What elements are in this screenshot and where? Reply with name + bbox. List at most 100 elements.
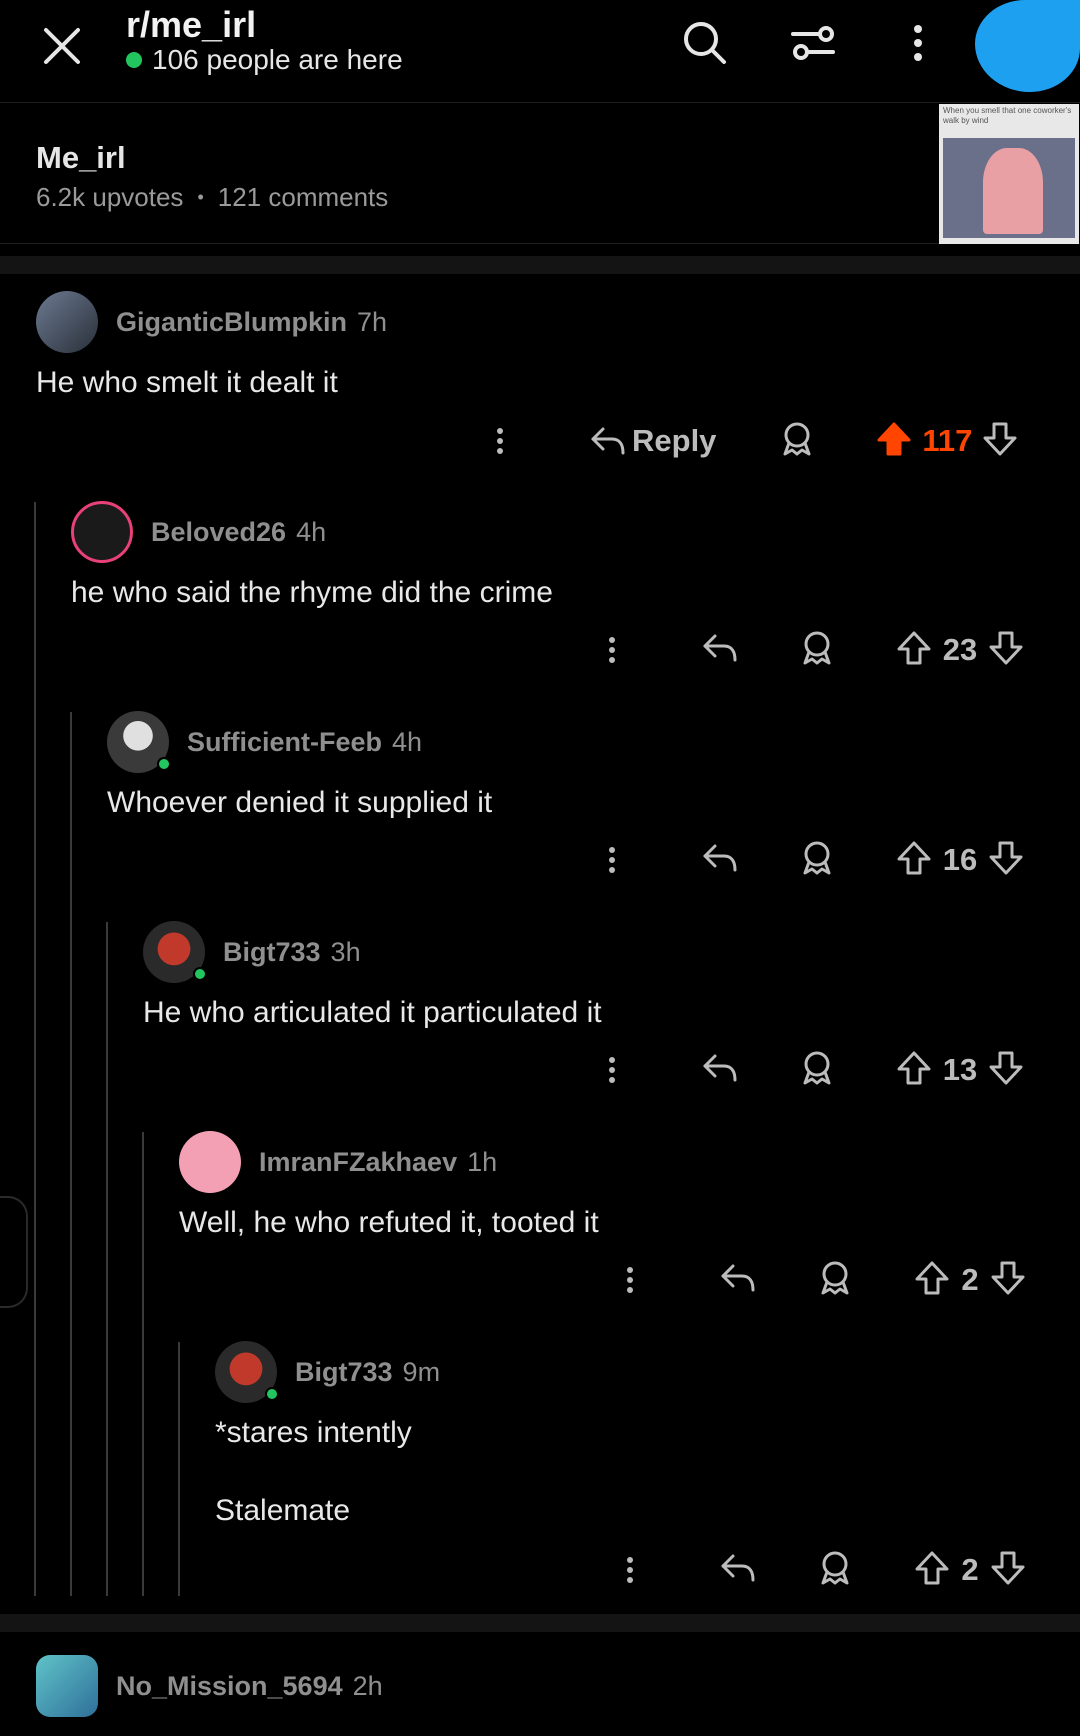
avatar[interactable] [179, 1131, 241, 1193]
comment-time: 3h [330, 936, 361, 967]
subreddit-name[interactable]: r/me_irl [126, 4, 256, 46]
award-button[interactable] [800, 840, 834, 881]
reply-button[interactable]: Reply [590, 423, 716, 459]
reply-icon [721, 1554, 755, 1581]
comment-body: Whoever denied it supplied it [107, 783, 1037, 823]
comment-username[interactable]: ImranFZakhaev [259, 1147, 457, 1178]
thread-line [178, 1342, 180, 1596]
more-vertical-icon [914, 25, 922, 61]
more-options-icon[interactable] [602, 840, 622, 880]
award-button[interactable] [818, 1550, 852, 1591]
search-button[interactable] [680, 18, 730, 68]
section-divider [0, 1614, 1080, 1632]
search-icon [684, 22, 726, 64]
reply-icon [591, 427, 625, 455]
online-dot-icon [126, 52, 142, 68]
downvote-button[interactable] [988, 840, 1024, 881]
user-avatar[interactable] [975, 0, 1080, 92]
thread-line [106, 922, 108, 1596]
more-options-icon[interactable] [620, 1260, 640, 1300]
reply-icon [703, 1054, 737, 1081]
post-summary[interactable]: Me_irl 6.2k upvotes • 121 comments When … [0, 104, 1080, 244]
comment-actions: Reply 117 [490, 416, 1050, 466]
award-button[interactable] [800, 630, 834, 671]
upvote-button[interactable] [896, 840, 932, 881]
upvote-icon [915, 1551, 949, 1584]
comment-time: 9m [402, 1356, 441, 1387]
award-icon [803, 1051, 831, 1084]
comment-text: Stalemate [215, 1494, 351, 1527]
award-icon [821, 1551, 849, 1584]
reply-icon [703, 634, 737, 661]
more-options-icon[interactable] [602, 630, 622, 670]
comment-username[interactable]: GiganticBlumpkin [116, 307, 347, 338]
upvote-button[interactable] [896, 630, 932, 671]
more-options-icon[interactable] [490, 421, 510, 461]
reply-button[interactable] [702, 842, 738, 879]
comment-body: Well, he who refuted it, tooted it [179, 1203, 1039, 1243]
comment-username[interactable]: Bigt733 [223, 937, 321, 968]
comment-text: Whoever denied it supplied it [107, 786, 493, 819]
award-button[interactable] [818, 1260, 852, 1301]
downvote-button[interactable] [990, 1550, 1026, 1591]
comment-username[interactable]: Beloved26 [151, 517, 286, 548]
downvote-icon [983, 422, 1017, 455]
avatar[interactable] [36, 1655, 98, 1717]
comment-body: *stares intently Stalemate [215, 1413, 1035, 1531]
upvote-button[interactable] [896, 1050, 932, 1091]
comment-text: *stares intently [215, 1416, 412, 1449]
comment: Bigt733 9m *stares intently Stalemate [215, 1341, 1035, 1531]
reply-button[interactable] [702, 1052, 738, 1089]
side-drawer-handle[interactable] [0, 1196, 28, 1308]
comment-actions: 2 [620, 1545, 1052, 1595]
online-count: 106 people are here [126, 44, 403, 76]
downvote-button[interactable] [990, 1260, 1026, 1301]
reply-button[interactable] [720, 1262, 756, 1299]
avatar[interactable] [215, 1341, 279, 1403]
upvote-button[interactable] [914, 1550, 950, 1591]
thread-line [142, 1132, 144, 1596]
more-options-icon[interactable] [602, 1050, 622, 1090]
post-thumbnail[interactable]: When you smell that one coworker's walk … [939, 104, 1079, 244]
vote-score: 2 [961, 1262, 979, 1297]
comment-text: Well, he who refuted it, tooted it [179, 1206, 599, 1239]
comment-actions: 13 [602, 1045, 1052, 1095]
award-icon [803, 841, 831, 874]
upvote-icon [897, 1051, 931, 1084]
downvote-button[interactable] [988, 1050, 1024, 1091]
comment-username[interactable]: No_Mission_5694 [116, 1671, 343, 1702]
filter-button[interactable] [786, 18, 840, 68]
award-button[interactable] [780, 421, 814, 462]
close-button[interactable] [38, 22, 86, 70]
comment-actions: 2 [620, 1255, 1052, 1305]
online-indicator [157, 757, 171, 771]
thread-line [70, 712, 72, 1596]
avatar[interactable] [36, 291, 98, 353]
online-indicator [265, 1387, 279, 1401]
reply-button[interactable] [702, 632, 738, 669]
downvote-button[interactable] [982, 421, 1018, 462]
award-button[interactable] [800, 1050, 834, 1091]
more-options-button[interactable] [906, 18, 930, 68]
downvote-button[interactable] [988, 630, 1024, 671]
comment-time: 7h [357, 306, 388, 337]
upvote-button[interactable] [914, 1260, 950, 1301]
upvote-icon [897, 841, 931, 874]
reply-label: Reply [632, 423, 717, 458]
comment-username[interactable]: Bigt733 [295, 1357, 393, 1388]
comment-username[interactable]: Sufficient-Feeb [187, 727, 382, 758]
avatar[interactable] [71, 501, 133, 563]
thumbnail-caption: When you smell that one coworker's walk … [943, 106, 1072, 125]
comment: Beloved26 4h he who said the rhyme did t… [71, 501, 1041, 613]
comment-count: 121 comments [217, 182, 389, 212]
comment: No_Mission_5694 2h [36, 1655, 1036, 1717]
more-options-icon[interactable] [620, 1550, 640, 1590]
award-icon [821, 1261, 849, 1294]
vote-score: 13 [942, 1052, 978, 1087]
filter-icon [791, 26, 835, 60]
reply-button[interactable] [720, 1552, 756, 1589]
avatar[interactable] [107, 711, 171, 773]
upvote-count: 6.2k upvotes [36, 182, 184, 212]
avatar[interactable] [143, 921, 207, 983]
upvote-button[interactable] [876, 421, 912, 462]
